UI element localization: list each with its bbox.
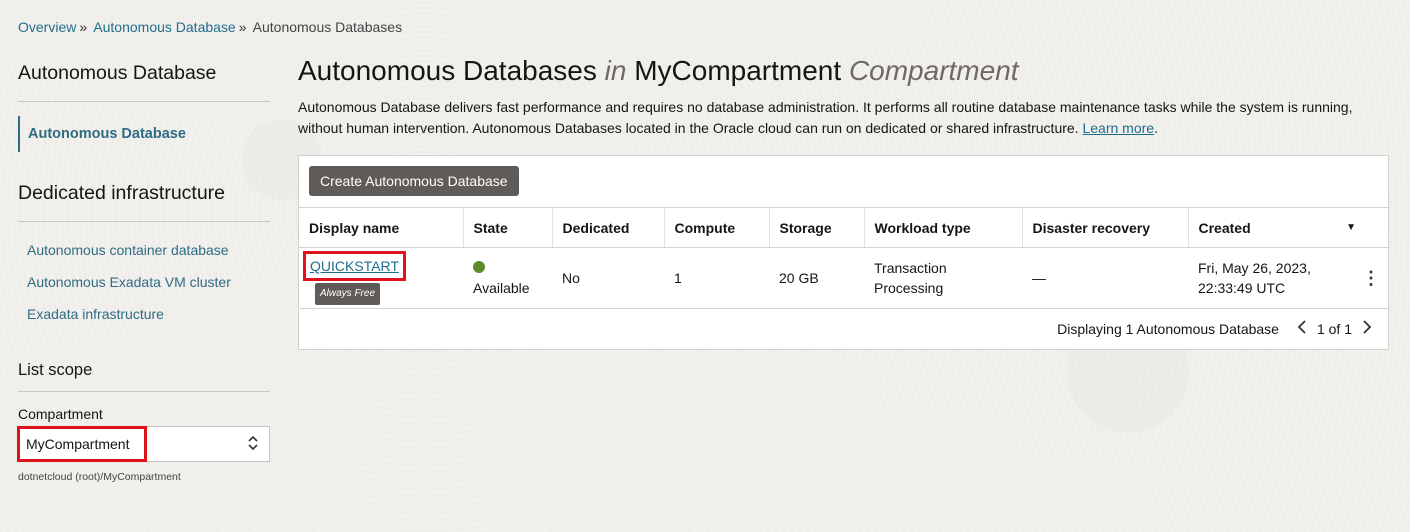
compartment-path: dotnetcloud (root)/MyCompartment (18, 471, 181, 483)
footer-count-text: Displaying 1 Autonomous Database (1057, 321, 1279, 337)
sidebar-item-exadata-infrastructure[interactable]: Exadata infrastructure (18, 306, 270, 322)
create-autonomous-database-button[interactable]: Create Autonomous Database (309, 166, 519, 196)
column-created-label: Created (1198, 219, 1251, 236)
column-disaster-recovery[interactable]: Disaster recovery (1022, 207, 1189, 248)
cell-storage: 20 GB (769, 247, 864, 309)
chevron-updown-icon (247, 435, 259, 452)
column-display-name[interactable]: Display name (299, 207, 464, 248)
database-name-link[interactable]: QUICKSTART (310, 258, 399, 274)
breadcrumb-autonomous-database[interactable]: Autonomous Database (93, 19, 235, 35)
available-status-icon (473, 261, 485, 273)
column-created[interactable]: Created ▼ (1188, 207, 1388, 248)
sidebar: Autonomous Database Autonomous Database … (17, 62, 270, 483)
breadcrumb: Overview» Autonomous Database» Autonomou… (18, 19, 402, 35)
sidebar-item-autonomous-database[interactable]: Autonomous Database (18, 116, 270, 152)
cell-workload-type: Transaction Processing (864, 247, 1022, 309)
created-line2: 22:33:49 UTC (1198, 280, 1286, 296)
page-title: Autonomous Databases in MyCompartment Co… (298, 55, 1390, 87)
column-storage[interactable]: Storage (769, 207, 865, 248)
chevron-left-icon[interactable] (1297, 319, 1307, 340)
sidebar-heading: Autonomous Database (18, 62, 270, 102)
title-suffix: Compartment (848, 55, 1019, 86)
cell-display-name: QUICKSTART Always Free (299, 247, 463, 309)
list-scope-heading: List scope (18, 361, 270, 392)
compartment-select[interactable]: MyCompartment (17, 426, 270, 462)
main-content: Autonomous Databases in MyCompartment Co… (298, 55, 1390, 350)
always-free-badge: Always Free (315, 283, 381, 305)
sort-down-icon[interactable]: ▼ (1346, 222, 1356, 233)
workload-line2: Processing (874, 280, 944, 296)
compartment-label: Compartment (18, 406, 103, 422)
page-description: Autonomous Database delivers fast perfor… (298, 99, 1353, 136)
title-text: Autonomous Databases (298, 55, 597, 86)
table-footer: Displaying 1 Autonomous Database 1 of 1 (299, 309, 1388, 349)
column-workload-type[interactable]: Workload type (864, 207, 1023, 248)
table-row: QUICKSTART Always Free Available No 1 20… (299, 247, 1388, 309)
column-state[interactable]: State (463, 207, 553, 248)
row-actions-kebab-icon[interactable]: ⋮ (1362, 268, 1380, 288)
sidebar-dedicated-heading: Dedicated infrastructure (18, 182, 270, 222)
cell-compute: 1 (664, 247, 769, 309)
title-compartment: MyCompartment (634, 55, 842, 86)
workload-line1: Transaction (874, 260, 947, 276)
state-text: Available (473, 280, 530, 296)
table-header-row: Display name State Dedicated Compute Sto… (299, 207, 1388, 248)
description-text: Autonomous Database delivers fast perfor… (298, 99, 1353, 136)
column-compute[interactable]: Compute (664, 207, 770, 248)
breadcrumb-current: Autonomous Databases (252, 19, 403, 35)
compartment-value: MyCompartment (17, 426, 147, 462)
pagination-text: 1 of 1 (1316, 321, 1352, 337)
created-line1: Fri, May 26, 2023, (1198, 260, 1311, 276)
title-in: in (604, 55, 627, 86)
breadcrumb-separator: » (238, 19, 247, 35)
cell-disaster-recovery: — (1022, 247, 1188, 309)
sidebar-item-exadata-vm-cluster[interactable]: Autonomous Exadata VM cluster (18, 274, 270, 290)
chevron-right-icon[interactable] (1362, 319, 1372, 340)
cell-dedicated: No (552, 247, 664, 309)
quickstart-highlight: QUICKSTART (303, 251, 406, 281)
breadcrumb-overview[interactable]: Overview (18, 19, 76, 35)
databases-table: Display name State Dedicated Compute Sto… (299, 207, 1388, 309)
databases-panel: Create Autonomous Database Display name … (298, 155, 1389, 350)
learn-more-link[interactable]: Learn more (1082, 120, 1154, 136)
column-dedicated[interactable]: Dedicated (552, 207, 665, 248)
cell-created: Fri, May 26, 2023, 22:33:49 UTC ⋮ (1188, 247, 1388, 309)
cell-state: Available (463, 247, 552, 309)
breadcrumb-separator: » (79, 19, 88, 35)
sidebar-item-container-database[interactable]: Autonomous container database (18, 242, 270, 258)
toolbar: Create Autonomous Database (299, 156, 1388, 207)
